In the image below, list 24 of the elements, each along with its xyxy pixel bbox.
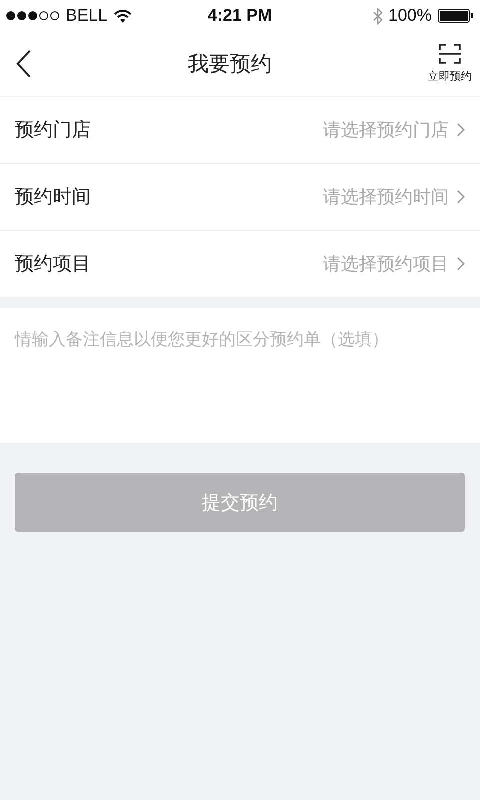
back-icon[interactable] bbox=[16, 50, 32, 78]
field-label: 预约项目 bbox=[15, 252, 92, 277]
battery-icon bbox=[438, 9, 474, 23]
bluetooth-icon bbox=[372, 8, 383, 24]
carrier-name: BELL bbox=[66, 6, 108, 26]
note-field[interactable]: 情输入备注信息以便您更好的区分预约单（选填） bbox=[0, 308, 480, 443]
select-placeholder: 请选择预约项目 bbox=[323, 253, 449, 276]
scan-icon bbox=[439, 44, 461, 64]
field-label: 预约时间 bbox=[15, 185, 92, 210]
signal-icon bbox=[6, 11, 60, 21]
field-label: 预约门店 bbox=[15, 118, 92, 143]
select-row[interactable]: 预约项目 请选择预约项目 bbox=[0, 231, 480, 297]
chevron-right-icon bbox=[457, 123, 465, 137]
select-row[interactable]: 预约门店 请选择预约门店 bbox=[0, 97, 480, 164]
clock-time: 4:21 PM bbox=[208, 6, 272, 26]
chevron-right-icon bbox=[457, 257, 465, 271]
select-placeholder: 请选择预约时间 bbox=[323, 186, 449, 209]
select-placeholder: 请选择预约门店 bbox=[323, 119, 449, 142]
chevron-right-icon bbox=[457, 190, 465, 204]
battery-percent: 100% bbox=[388, 6, 432, 26]
select-row[interactable]: 预约时间 请选择预约时间 bbox=[0, 164, 480, 231]
wifi-icon bbox=[114, 10, 132, 22]
page-title: 我要预约 bbox=[188, 51, 272, 78]
book-now-button[interactable]: 立即预约 bbox=[428, 44, 472, 84]
